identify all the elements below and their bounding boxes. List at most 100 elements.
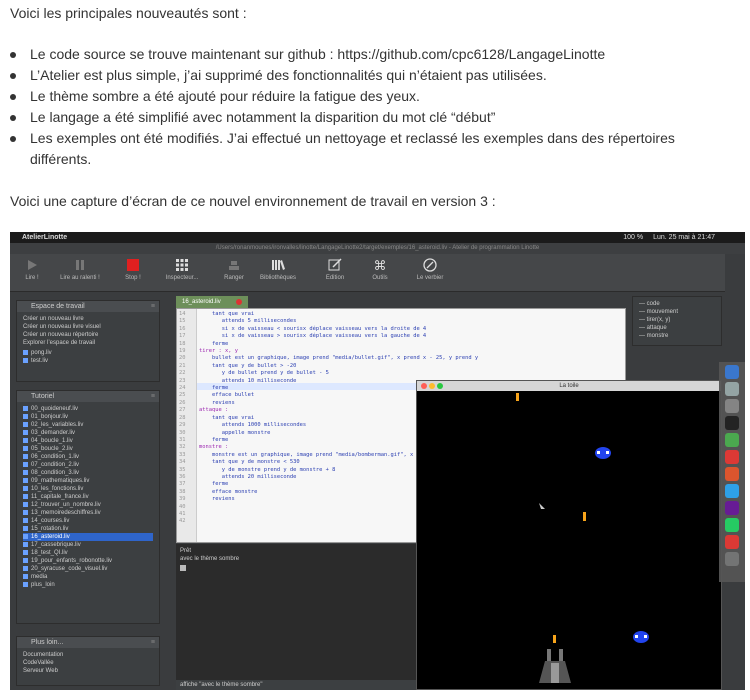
chrome-icon[interactable] [725,450,739,464]
libraries-button[interactable]: Bibliothèques [258,258,298,281]
line-number: 21 [179,362,186,369]
terminal-icon[interactable] [725,416,739,430]
tutorial-file-item[interactable]: 13_memoiredeschiffres.liv [23,509,153,517]
tutorial-file-item[interactable]: 15_rotation.liv [23,525,153,533]
outline-item[interactable]: — code [639,300,715,308]
tutorial-file-item[interactable]: 18_test_QI.liv [23,549,153,557]
documentation-link[interactable]: Documentation [23,651,153,659]
line-number: 31 [179,436,186,443]
line-number: 33 [179,451,186,458]
grid-icon [176,259,188,271]
tutorial-file-item[interactable]: 03_demander.liv [23,429,153,437]
file-item[interactable]: pong.liv [23,349,153,357]
android-icon[interactable] [725,433,739,447]
line-number: 40 [179,503,186,510]
tutorial-file-item[interactable]: 16_asteroid.liv [23,533,153,541]
list-item: Le langage a été simplifié avec notammen… [10,107,730,128]
file-icon [23,445,28,451]
tutorial-file-item[interactable]: media [23,573,153,581]
monster-sprite [633,631,649,643]
tutorial-file-item[interactable]: 06_condition_1.liv [23,453,153,461]
code-line[interactable]: bullet est un graphique, image prend "me… [199,355,478,362]
tutorial-file-item[interactable]: 14_courses.liv [23,517,153,525]
tutorial-file-item[interactable]: 10_les_fonctions.liv [23,485,153,493]
file-icon [23,509,28,515]
svg-text:⌘: ⌘ [374,259,387,272]
new-folder-action[interactable]: Créer un nouveau répertoire [23,331,153,339]
tutorial-file-item[interactable]: 09_mathematiques.liv [23,477,153,485]
tutorial-file-item[interactable]: 07_condition_2.liv [23,461,153,469]
code-line[interactable]: tant que vrai [199,311,478,318]
finder-icon[interactable] [725,365,739,379]
read-button[interactable]: Lire ! [12,258,52,281]
console-input[interactable]: affiche "avec le thème sombre" [176,680,416,690]
tutorial-file-item[interactable]: 05_boucle_2.liv [23,445,153,453]
edition-button[interactable]: Edition [315,258,355,281]
file-item[interactable]: test.liv [23,357,153,365]
file-icon [23,517,28,523]
tutorial-file-item[interactable]: 08_condition_3.liv [23,469,153,477]
tutorial-file-item[interactable]: 00_quoideneuf.liv [23,405,153,413]
code-line[interactable]: y de bullet prend y de bullet - 5 [199,370,478,377]
verbier-button[interactable]: Le verbier [410,258,450,281]
trash-icon[interactable] [725,552,739,566]
intellij-icon[interactable] [725,501,739,515]
codevallee-link[interactable]: CodeVallée [23,659,153,667]
console-checkbox[interactable] [180,565,186,571]
code-line[interactable]: tant que y de bullet > -20 [199,363,478,370]
zoom-window-icon[interactable] [437,383,443,389]
close-tab-icon[interactable] [236,299,242,305]
tutorial-header: Tutoriel ≡ [17,391,159,402]
outro-text: Voici une capture d’écran de ce nouvel e… [10,193,496,209]
tutorial-file-item[interactable]: 11_capitale_france.liv [23,493,153,501]
settings-icon[interactable] [725,399,739,413]
line-number: 23 [179,377,186,384]
tutorial-file-item[interactable]: 12_trouver_un_nombre.liv [23,501,153,509]
explore-workspace-action[interactable]: Explorer l’espace de travail [23,339,153,347]
outline-item[interactable]: — tirer(x, y) [639,316,715,324]
inspector-button[interactable]: Inspecteur... [162,258,202,281]
app-icon[interactable] [725,535,739,549]
line-number: 16 [179,325,186,332]
list-item: Les exemples ont été modifiés. J’ai effe… [10,128,730,170]
minimize-window-icon[interactable] [429,383,435,389]
file-icon [23,429,28,435]
code-line[interactable]: si x de vaisseau > sourisx déplace vaiss… [199,333,478,340]
datetime: Lun. 25 mai à 21:47 [653,234,715,241]
code-line[interactable]: attends 5 millisecondes [199,318,478,325]
tutorial-file-item[interactable]: 01_bonjour.liv [23,413,153,421]
line-number: 15 [179,318,186,325]
firefox-icon[interactable] [725,467,739,481]
new-book-action[interactable]: Créer un nouveau livre [23,315,153,323]
close-window-icon[interactable] [421,383,427,389]
code-line[interactable]: tirer : x, y [199,348,478,355]
tutorial-file-item[interactable]: 04_boucle_1.liv [23,437,153,445]
tutorial-file-item[interactable]: 17_cassebrique.liv [23,541,153,549]
store-icon[interactable] [725,484,739,498]
tutorial-file-item[interactable]: 20_syracuse_code_visuel.liv [23,565,153,573]
web-server-link[interactable]: Serveur Web [23,667,153,675]
stop-button[interactable]: Stop ! [113,258,153,281]
line-numbers: 14 15 16 17 18 19 20 21 22 23 24 25 26 27 28 29 30 31 32 33… [179,311,186,526]
whatsapp-icon[interactable] [725,518,739,532]
file-icon [23,533,28,539]
tutorial-file-item[interactable]: plus_loin [23,581,153,589]
editor-tab[interactable]: 16_asteroid.liv [176,296,248,308]
line-number: 24 [179,385,186,392]
tidy-button[interactable]: Ranger [214,258,254,281]
tools-button[interactable]: ⌘ Outils [360,258,400,281]
outline-item[interactable]: — attaque [639,324,715,332]
file-icon [23,405,28,411]
file-icon [23,573,28,579]
outline-item[interactable]: — monstre [639,332,715,340]
rocket-icon[interactable] [725,382,739,396]
toolbar: Lire ! Lire au ralenti ! Stop ! Inspecte… [10,254,725,292]
code-line[interactable]: ferme [199,341,478,348]
outline-item[interactable]: — mouvement [639,308,715,316]
tutorial-file-item[interactable]: 19_pour_enfants_robonotte.liv [23,557,153,565]
new-visual-book-action[interactable]: Créer un nouveau livre visuel [23,323,153,331]
tutorial-file-item[interactable]: 02_les_variables.liv [23,421,153,429]
slow-read-button[interactable]: Lire au ralenti ! [60,258,100,281]
stop-icon [127,259,139,271]
list-item: Le code source se trouve maintenant sur … [10,44,730,65]
